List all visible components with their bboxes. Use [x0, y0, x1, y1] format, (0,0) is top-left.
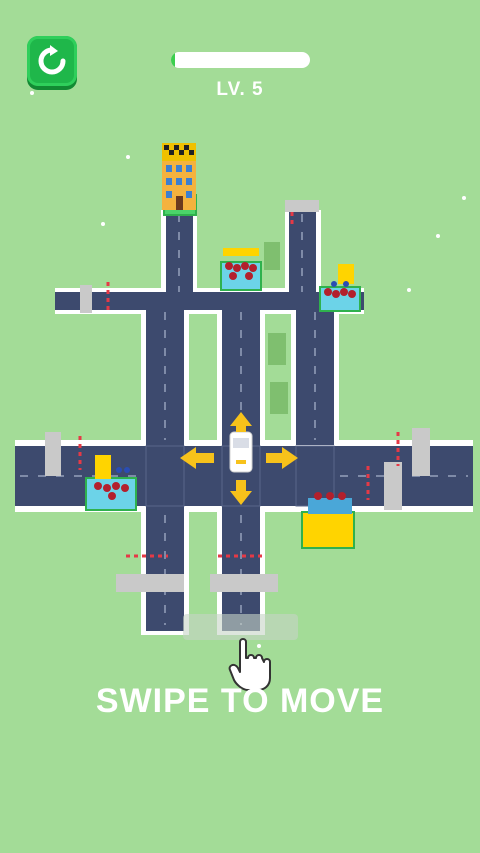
bus-stop-bottom-right — [301, 492, 355, 549]
game-board[interactable] — [0, 0, 480, 853]
swipe-track — [183, 614, 298, 640]
bus-stop-top-right — [319, 264, 361, 312]
trees — [264, 242, 288, 414]
swipe-to-move-hint: SWIPE TO MOVE — [95, 682, 385, 720]
player-car[interactable] — [229, 431, 253, 473]
bus-stop-top-middle — [220, 248, 262, 291]
goal-building — [162, 143, 197, 216]
